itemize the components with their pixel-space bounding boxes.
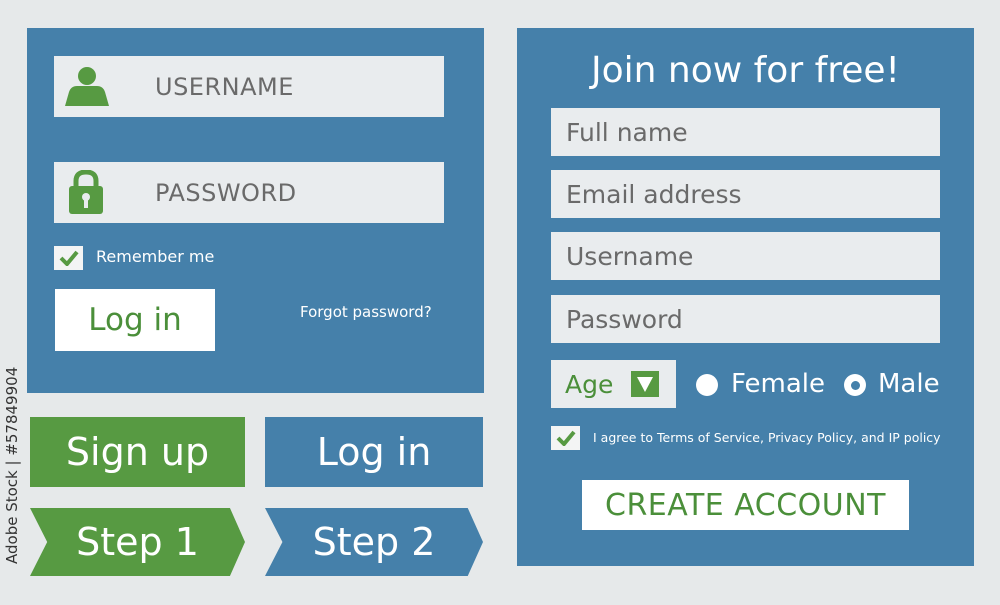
signup-password-placeholder: Password bbox=[566, 304, 683, 334]
male-label: Male bbox=[878, 369, 940, 399]
lock-icon bbox=[69, 170, 103, 214]
step-2-button[interactable]: Step 2 bbox=[265, 508, 483, 576]
username-input[interactable]: USERNAME bbox=[54, 56, 444, 117]
signup-button[interactable]: Sign up bbox=[30, 417, 245, 487]
agree-terms-label: I agree to Terms of Service, Privacy Pol… bbox=[593, 430, 941, 445]
remember-me-label: Remember me bbox=[96, 247, 215, 266]
age-label: Age bbox=[565, 369, 614, 399]
checkmark-icon bbox=[556, 430, 576, 446]
male-radio[interactable] bbox=[844, 374, 866, 396]
login-button[interactable]: Log in bbox=[55, 289, 215, 351]
email-placeholder: Email address bbox=[566, 179, 742, 209]
full-name-input[interactable]: Full name bbox=[551, 108, 940, 156]
create-account-button[interactable]: CREATE ACCOUNT bbox=[582, 480, 909, 530]
radio-selected-dot bbox=[850, 380, 860, 390]
stock-id-label: Adobe Stock | #57849904 bbox=[3, 366, 21, 564]
agree-terms-checkbox[interactable] bbox=[551, 426, 580, 450]
username-placeholder: USERNAME bbox=[155, 72, 294, 101]
user-icon bbox=[65, 67, 109, 106]
signup-username-input[interactable]: Username bbox=[551, 232, 940, 280]
female-radio[interactable] bbox=[696, 374, 718, 396]
signup-username-placeholder: Username bbox=[566, 241, 694, 271]
forgot-password-link[interactable]: Forgot password? bbox=[300, 303, 432, 321]
checkmark-icon bbox=[59, 250, 79, 266]
female-label: Female bbox=[731, 369, 826, 399]
password-input[interactable]: PASSWORD bbox=[54, 162, 444, 223]
signup-title: Join now for free! bbox=[591, 50, 900, 91]
remember-me-checkbox[interactable] bbox=[54, 246, 83, 270]
full-name-placeholder: Full name bbox=[566, 117, 688, 147]
age-select[interactable]: Age bbox=[551, 360, 676, 408]
triangle-down-icon bbox=[631, 371, 659, 397]
email-input[interactable]: Email address bbox=[551, 170, 940, 218]
step-1-button[interactable]: Step 1 bbox=[30, 508, 245, 576]
password-placeholder: PASSWORD bbox=[155, 178, 297, 207]
login-large-button[interactable]: Log in bbox=[265, 417, 483, 487]
signup-password-input[interactable]: Password bbox=[551, 295, 940, 343]
